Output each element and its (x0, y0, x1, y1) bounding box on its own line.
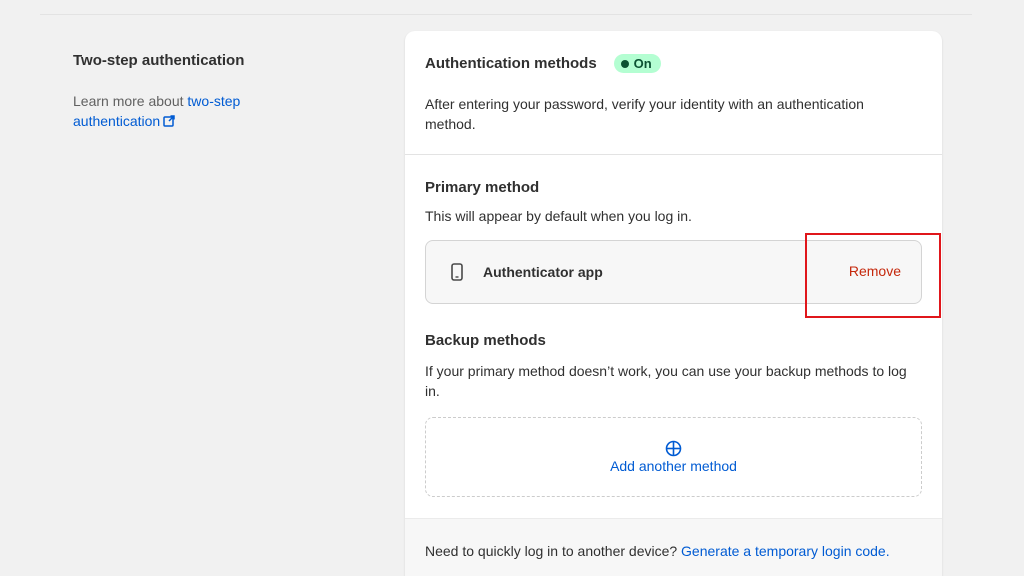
status-badge: On (613, 54, 661, 73)
add-circle-icon (665, 440, 682, 457)
footer-text: Need to quickly log in to another device… (425, 543, 682, 559)
external-link-icon (163, 115, 175, 127)
primary-method-description: This will appear by default when you log… (425, 208, 692, 224)
primary-method-title: Primary method (425, 179, 540, 196)
remove-button[interactable]: Remove (849, 263, 901, 279)
status-badge-label: On (633, 56, 652, 71)
primary-method-label: Authenticator app (483, 264, 603, 280)
card-description: After entering your password, verify you… (425, 96, 864, 132)
primary-method-item: Authenticator app Remove (425, 240, 922, 304)
add-method-label: Add another method (610, 458, 737, 474)
learn-more-prefix: Learn more about (73, 93, 188, 109)
backup-methods-section: Backup methods If your primary method do… (405, 304, 942, 497)
top-divider (40, 14, 972, 15)
mobile-phone-icon (451, 263, 463, 281)
primary-method-section: Primary method This will appear by defau… (405, 155, 942, 304)
temporary-login-code-link[interactable]: Generate a temporary login code. (681, 543, 890, 559)
status-dot-icon (620, 59, 629, 68)
learn-more-text: Learn more about two-step authentication (73, 91, 273, 131)
card-header: Authentication methods On After entering… (405, 31, 942, 155)
backup-methods-description: If your primary method doesn’t work, you… (425, 363, 907, 399)
card-footer: Need to quickly log in to another device… (405, 518, 942, 576)
backup-methods-title: Backup methods (425, 332, 546, 349)
section-title: Two-step authentication (73, 52, 245, 69)
add-method-button[interactable]: Add another method (425, 417, 922, 497)
authentication-card: Authentication methods On After entering… (405, 31, 942, 576)
card-title: Authentication methods (425, 55, 597, 72)
section-sidebar: Two-step authentication Learn more about… (73, 52, 373, 131)
